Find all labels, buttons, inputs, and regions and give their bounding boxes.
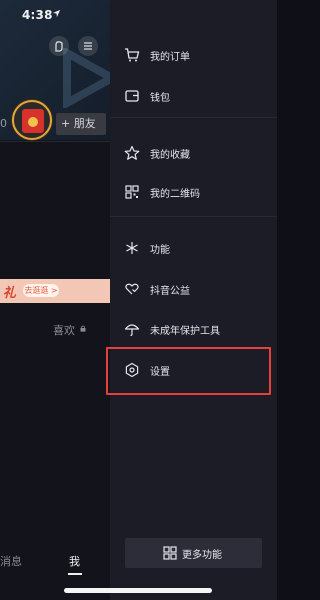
menu-label: 我的收藏 xyxy=(150,150,190,161)
menu-label: 钱包 xyxy=(150,93,170,104)
profile-body xyxy=(0,140,120,600)
menu-label: 抖音公益 xyxy=(150,286,190,297)
promo-banner[interactable]: 礼 去逛逛 > xyxy=(0,279,110,303)
profile-divider xyxy=(0,141,110,142)
menu-label: 未成年保护工具 xyxy=(150,326,220,337)
nav-active-indicator xyxy=(68,573,82,575)
location-arrow-icon xyxy=(52,9,61,18)
more-features-label: 更多功能 xyxy=(182,550,222,561)
heart-hands-icon xyxy=(125,283,139,295)
nav-me[interactable]: 我 xyxy=(69,553,80,569)
cart-icon xyxy=(125,48,140,62)
promo-text: 礼 xyxy=(3,286,17,301)
more-features-button[interactable]: 更多功能 xyxy=(125,538,262,568)
menu-item-minor-protection[interactable]: 未成年保护工具 xyxy=(110,315,277,343)
wallet-icon xyxy=(125,90,139,102)
home-indicator[interactable] xyxy=(64,588,212,593)
menu-item-wallet[interactable]: 钱包 xyxy=(110,82,277,110)
menu-item-orders[interactable]: 我的订单 xyxy=(110,41,277,69)
menu-label: 我的二维码 xyxy=(150,189,200,200)
red-packet-icon[interactable] xyxy=(12,100,52,140)
menu-label: 我的订单 xyxy=(150,52,190,63)
star-icon xyxy=(124,145,140,160)
qrcode-icon xyxy=(125,185,139,199)
menu-icon[interactable] xyxy=(78,36,98,56)
promo-button[interactable]: 去逛逛 > xyxy=(23,284,59,297)
menu-item-qrcode[interactable]: 我的二维码 xyxy=(110,178,277,206)
grid-icon xyxy=(163,546,177,560)
menu-item-features[interactable]: 功能 xyxy=(110,234,277,262)
menu-label: 功能 xyxy=(150,245,170,256)
nav-messages[interactable]: 消息 xyxy=(0,553,22,569)
side-drawer: 我的订单 钱包 我的收藏 我的二维码 功能 抖音公益 未成年保护工具 设置 更多… xyxy=(110,0,277,600)
lock-icon xyxy=(80,325,86,332)
umbrella-icon xyxy=(124,324,140,337)
menu-item-favorites[interactable]: 我的收藏 xyxy=(110,139,277,167)
add-friend-button[interactable]: + 朋友 xyxy=(56,113,106,135)
menu-divider xyxy=(110,216,277,217)
visitor-icon[interactable] xyxy=(49,36,69,56)
menu-divider xyxy=(110,117,277,118)
tab-likes[interactable]: 喜欢 xyxy=(53,322,75,338)
profile-top-icons xyxy=(49,36,101,56)
stat-count-partial: 0 xyxy=(0,117,7,130)
status-time: 4:38 xyxy=(22,8,53,22)
settings-highlight-box xyxy=(106,347,271,395)
sparkle-icon xyxy=(126,242,138,254)
menu-item-charity[interactable]: 抖音公益 xyxy=(110,275,277,303)
